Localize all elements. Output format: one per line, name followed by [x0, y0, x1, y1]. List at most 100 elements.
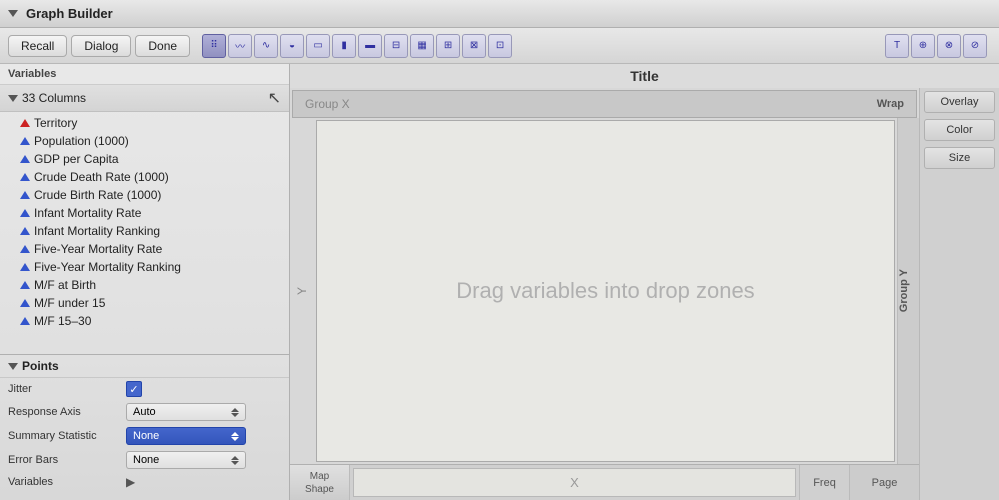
list-item[interactable]: Infant Mortality Rate [0, 204, 289, 222]
continuous-icon [20, 245, 30, 253]
list-item[interactable]: Five-Year Mortality Rate [0, 240, 289, 258]
smooth-icon[interactable]: ∿ [254, 34, 278, 58]
recall-button[interactable]: Recall [8, 35, 67, 57]
wrap-label: Wrap [877, 98, 904, 110]
scatter-icon[interactable]: ⠿ [202, 34, 226, 58]
title-bar: Graph Builder [0, 0, 999, 28]
response-axis-dropdown[interactable]: Auto [126, 403, 246, 421]
nominal-icon [20, 119, 30, 127]
column-name: Population (1000) [34, 134, 129, 148]
column-name: Territory [34, 116, 77, 130]
histogram-icon[interactable]: ▬ [358, 34, 382, 58]
mosaic-icon[interactable]: ⊠ [462, 34, 486, 58]
error-bars-dropdown[interactable]: None [126, 451, 246, 469]
partition-icon[interactable]: ⊡ [488, 34, 512, 58]
list-item[interactable]: GDP per Capita [0, 150, 289, 168]
jitter-row: Jitter ✓ [0, 378, 289, 400]
size-button[interactable]: Size [924, 147, 995, 169]
summary-statistic-dropdown[interactable]: None [126, 427, 246, 445]
main-content: Variables 33 Columns ↖ Territory Populat… [0, 64, 999, 500]
jitter-checkbox[interactable]: ✓ [126, 381, 142, 397]
x-drop-zone[interactable]: X [353, 468, 796, 497]
chart-type-icons: ⠿ 〰 ∿ ◒ ▭ ▮ ▬ ⊟ ▦ ⊞ ⊠ ⊡ [202, 34, 512, 58]
globe-icon[interactable]: ⊕ [911, 34, 935, 58]
continuous-icon [20, 263, 30, 271]
continuous-icon [20, 137, 30, 145]
column-name: Crude Death Rate (1000) [34, 170, 169, 184]
error-bars-row: Error Bars None [0, 448, 289, 472]
pie-icon[interactable]: ◒ [280, 34, 304, 58]
dialog-button[interactable]: Dialog [71, 35, 131, 57]
continuous-icon [20, 173, 30, 181]
summary-statistic-label: Summary Statistic [8, 430, 118, 442]
app-title: Graph Builder [26, 6, 113, 21]
list-item[interactable]: Five-Year Mortality Ranking [0, 258, 289, 276]
list-item[interactable]: Crude Birth Rate (1000) [0, 186, 289, 204]
graph-main: Group X Wrap Y Drag variables into drop … [290, 88, 919, 500]
list-item[interactable]: M/F at Birth [0, 276, 289, 294]
continuous-icon [20, 191, 30, 199]
canvas-row: Y Drag variables into drop zones Group Y [290, 118, 919, 464]
overlay-button[interactable]: Overlay [924, 91, 995, 113]
columns-section[interactable]: 33 Columns ↖ Territory Population (1000)… [0, 85, 289, 354]
variables-row-label: Variables [8, 476, 118, 488]
axes-icon[interactable]: ⊘ [963, 34, 987, 58]
columns-header: 33 Columns ↖ [0, 85, 289, 112]
map-shape-sublabel: Shape [305, 483, 334, 496]
drop-zone[interactable]: Drag variables into drop zones [316, 120, 895, 462]
list-item[interactable]: M/F 15–30 [0, 312, 289, 330]
column-name: M/F at Birth [34, 278, 96, 292]
group-x-bar[interactable]: Group X Wrap [292, 90, 917, 118]
dropdown-arrow-icon [231, 432, 239, 441]
side-options-panel: Overlay Color Size [919, 88, 999, 500]
columns-count-label: 33 Columns [22, 91, 86, 105]
line-icon[interactable]: 〰 [228, 34, 252, 58]
graph-title-row: Title [290, 64, 999, 88]
text-icon[interactable]: T [885, 34, 909, 58]
columns-collapse-icon[interactable] [8, 95, 18, 102]
summary-statistic-row: Summary Statistic None [0, 424, 289, 448]
done-button[interactable]: Done [135, 35, 190, 57]
column-name: Infant Mortality Rate [34, 206, 141, 220]
list-item[interactable]: Territory [0, 114, 289, 132]
list-item[interactable]: Population (1000) [0, 132, 289, 150]
map-shape-label: Map [310, 470, 329, 483]
error-bars-value: None [133, 454, 159, 466]
points-section: Points Jitter ✓ Response Axis Auto Summa… [0, 354, 289, 500]
points-collapse-icon[interactable] [8, 363, 18, 370]
jitter-label: Jitter [8, 383, 118, 395]
continuous-icon [20, 299, 30, 307]
column-name: Five-Year Mortality Rate [34, 242, 162, 256]
column-name: GDP per Capita [34, 152, 119, 166]
column-name: Infant Mortality Ranking [34, 224, 160, 238]
column-name: M/F 15–30 [34, 314, 91, 328]
heat-icon[interactable]: ▦ [410, 34, 434, 58]
bar-outline-icon[interactable]: ▭ [306, 34, 330, 58]
variables-row: Variables ▶ [0, 472, 289, 492]
collapse-icon[interactable] [8, 10, 18, 17]
list-item[interactable]: M/F under 15 [0, 294, 289, 312]
variables-section-label: Variables [0, 64, 289, 85]
color-button[interactable]: Color [924, 119, 995, 141]
map-shape-button[interactable]: Map Shape [290, 465, 350, 500]
continuous-icon [20, 227, 30, 235]
box-icon[interactable]: ⊟ [384, 34, 408, 58]
freq-label: Freq [799, 465, 849, 500]
group-y-label: Group Y [898, 269, 910, 312]
bar-icon[interactable]: ▮ [332, 34, 356, 58]
response-axis-value: Auto [133, 406, 156, 418]
error-bars-label: Error Bars [8, 454, 118, 466]
drop-zone-text: Drag variables into drop zones [456, 278, 754, 304]
continuous-icon [20, 281, 30, 289]
treemap-icon[interactable]: ⊞ [436, 34, 460, 58]
list-item[interactable]: Crude Death Rate (1000) [0, 168, 289, 186]
local-icon[interactable]: ⊗ [937, 34, 961, 58]
graph-content: Group X Wrap Y Drag variables into drop … [290, 88, 999, 500]
list-item[interactable]: Infant Mortality Ranking [0, 222, 289, 240]
group-y-label-container: Group Y [897, 118, 919, 464]
variables-arrow-icon[interactable]: ▶ [126, 475, 135, 489]
y-label-container: Y [290, 118, 314, 464]
column-list: Territory Population (1000) GDP per Capi… [0, 112, 289, 332]
graph-title: Title [630, 68, 659, 84]
group-x-label: Group X [305, 97, 350, 111]
